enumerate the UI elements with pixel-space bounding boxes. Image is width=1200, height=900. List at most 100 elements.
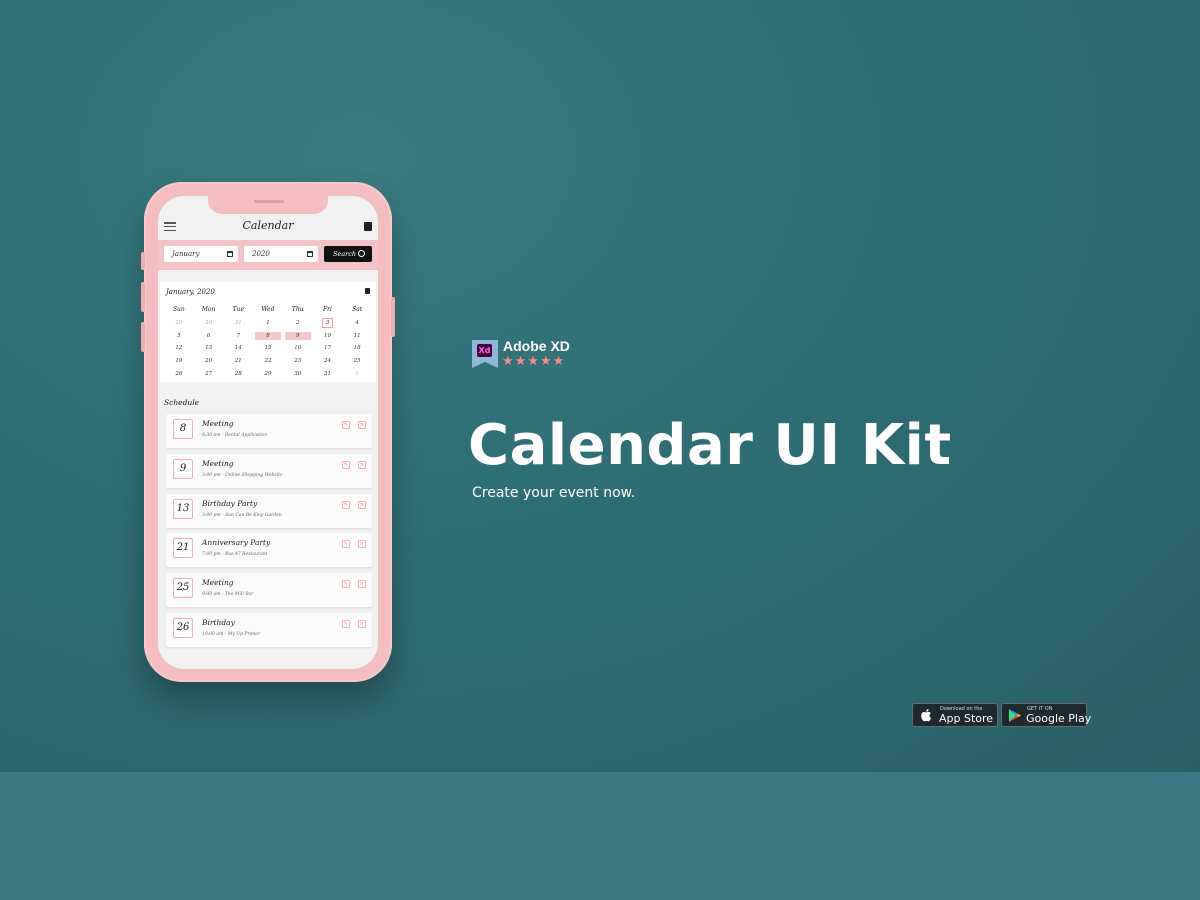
calendar-day[interactable]: 2: [283, 317, 313, 330]
edit-event-icon[interactable]: ✎: [342, 460, 350, 469]
event-card[interactable]: 9 Meeting 3:00 pm - Online Shopping Websit…: [166, 453, 372, 488]
edit-event-icon[interactable]: ✎: [342, 580, 350, 589]
calendar-icon[interactable]: [364, 222, 372, 231]
year-select[interactable]: 2020: [244, 246, 318, 262]
calendar-day[interactable]: 27: [194, 368, 224, 381]
delete-event-icon[interactable]: ×: [358, 421, 366, 429]
weekday-label: Mon: [201, 306, 216, 313]
calendar-day-number: 26: [175, 370, 183, 377]
calendar-day-number: 19: [175, 358, 183, 365]
weekday-label: Sun: [172, 306, 185, 313]
app-header: Calendar: [158, 216, 378, 238]
calendar-day[interactable]: 16: [283, 342, 313, 355]
calendar-day[interactable]: 12: [164, 342, 194, 355]
calendar-day-number: 27: [205, 370, 213, 377]
rating-stars: ★★★★★: [502, 354, 566, 369]
app-store-button[interactable]: Download on the App Store: [912, 703, 998, 727]
month-select-value: January: [172, 250, 200, 258]
event-card[interactable]: 25 Meeting 9:00 am - The Mill Bar ✎ ×: [166, 573, 372, 608]
phone-screen: Calendar January 2020 Search January, 20…: [158, 196, 378, 669]
speaker-grille: [254, 200, 284, 203]
month-select[interactable]: January: [164, 246, 238, 262]
calendar-day[interactable]: 14: [223, 342, 253, 355]
weekday-label: Wed: [261, 306, 275, 313]
calendar-day[interactable]: 11: [342, 330, 372, 343]
calendar-icon[interactable]: [365, 288, 370, 294]
event-title: Meeting: [202, 458, 234, 468]
bottom-band: [0, 772, 1200, 900]
calendar-day[interactable]: 13: [194, 342, 224, 355]
calendar-day[interactable]: 9: [283, 330, 313, 343]
calendar-day[interactable]: 15: [253, 342, 283, 355]
calendar-day-number: 15: [264, 345, 272, 352]
event-card[interactable]: 13 Birthday Party 3:00 pm - Sun Can Be Kin…: [166, 493, 372, 528]
phone-volume-down: [141, 322, 145, 352]
calendar-day-number: 28: [234, 370, 242, 377]
delete-event-icon[interactable]: ×: [358, 580, 366, 589]
calendar-day[interactable]: 31: [313, 368, 343, 381]
phone-side-button: [141, 252, 145, 270]
calendar-day[interactable]: 24: [313, 355, 343, 368]
calendar-day[interactable]: 17: [313, 342, 343, 355]
calendar-week-row: 29 30 31 1 2 3 4: [164, 317, 372, 330]
event-card[interactable]: 8 Meeting 8:30 am - Rental Application ✎ ×: [166, 414, 372, 448]
calendar-day-number: 17: [323, 345, 331, 352]
calendar-day[interactable]: 29: [253, 368, 283, 381]
calendar-day[interactable]: 7: [223, 330, 253, 343]
calendar-day[interactable]: 19: [164, 355, 194, 368]
edit-event-icon[interactable]: ✎: [342, 540, 350, 549]
phone-mockup: Calendar January 2020 Search January, 20…: [141, 182, 395, 682]
calendar-day[interactable]: 29: [164, 317, 194, 330]
calendar-day[interactable]: 10: [313, 330, 343, 343]
calendar-day[interactable]: 28: [223, 368, 253, 381]
calendar-day[interactable]: 8: [253, 330, 283, 343]
calendar-day[interactable]: 30: [194, 317, 224, 330]
calendar-day-number: 13: [205, 345, 213, 352]
calendar-day[interactable]: 21: [223, 355, 253, 368]
google-play-button[interactable]: GET IT ON Google Play: [1001, 703, 1091, 727]
calendar-day[interactable]: 20: [194, 355, 224, 368]
event-detail: 8:30 am - Rental Application: [202, 433, 268, 438]
event-title: Birthday Party: [202, 498, 258, 508]
calendar-day-number: 4: [355, 319, 359, 326]
weekday-label: Thu: [291, 306, 304, 313]
delete-event-icon[interactable]: ×: [358, 540, 366, 549]
calendar-day[interactable]: 1: [253, 317, 283, 330]
app-title: Calendar: [242, 219, 294, 232]
edit-event-icon[interactable]: ✎: [342, 421, 350, 429]
search-button[interactable]: Search: [324, 246, 372, 262]
calendar-day[interactable]: 25: [342, 355, 372, 368]
calendar-day[interactable]: 6: [194, 330, 224, 343]
calendar-day[interactable]: 18: [342, 342, 372, 355]
edit-event-icon[interactable]: ✎: [342, 619, 350, 628]
event-card[interactable]: 21 Anniversary Party 7:00 pm - Bus 47 Rest…: [166, 533, 372, 568]
calendar-day-number: 3: [325, 319, 330, 326]
event-day-badge: 9: [173, 458, 193, 479]
event-title: Meeting: [202, 419, 234, 428]
event-detail: 3:00 pm - Sun Can Be Kiny Garden: [202, 512, 282, 518]
calendar-day[interactable]: 3: [313, 317, 343, 330]
calendar-day[interactable]: 5: [164, 330, 194, 343]
phone-power-button: [391, 297, 395, 337]
weekday-label: Fri: [322, 306, 332, 313]
event-title: Meeting: [202, 578, 234, 588]
calendar-day[interactable]: 31: [223, 317, 253, 330]
calendar-day-number: 22: [264, 358, 272, 365]
calendar-day-number: 5: [177, 332, 181, 339]
delete-event-icon[interactable]: ×: [358, 500, 366, 509]
calendar-day[interactable]: 26: [164, 368, 194, 381]
calendar-day[interactable]: 30: [283, 368, 313, 381]
calendar-day[interactable]: 22: [253, 355, 283, 368]
delete-event-icon[interactable]: ×: [358, 460, 366, 469]
edit-event-icon[interactable]: ✎: [342, 500, 350, 509]
calendar-day-number: 30: [294, 370, 302, 377]
delete-event-icon[interactable]: ×: [358, 619, 366, 628]
calendar-day-number: 31: [323, 370, 331, 377]
calendar-day[interactable]: 4: [342, 317, 372, 330]
calendar-day[interactable]: 23: [283, 355, 313, 368]
event-detail: 10:00 am - My Up Primer: [202, 631, 261, 637]
event-card[interactable]: 26 Birthday 10:00 am - My Up Primer ✎ ×: [166, 612, 372, 647]
calendar-day-number: 23: [294, 358, 302, 365]
calendar-day[interactable]: 1: [342, 368, 372, 381]
calendar-day-number: 16: [294, 345, 302, 352]
